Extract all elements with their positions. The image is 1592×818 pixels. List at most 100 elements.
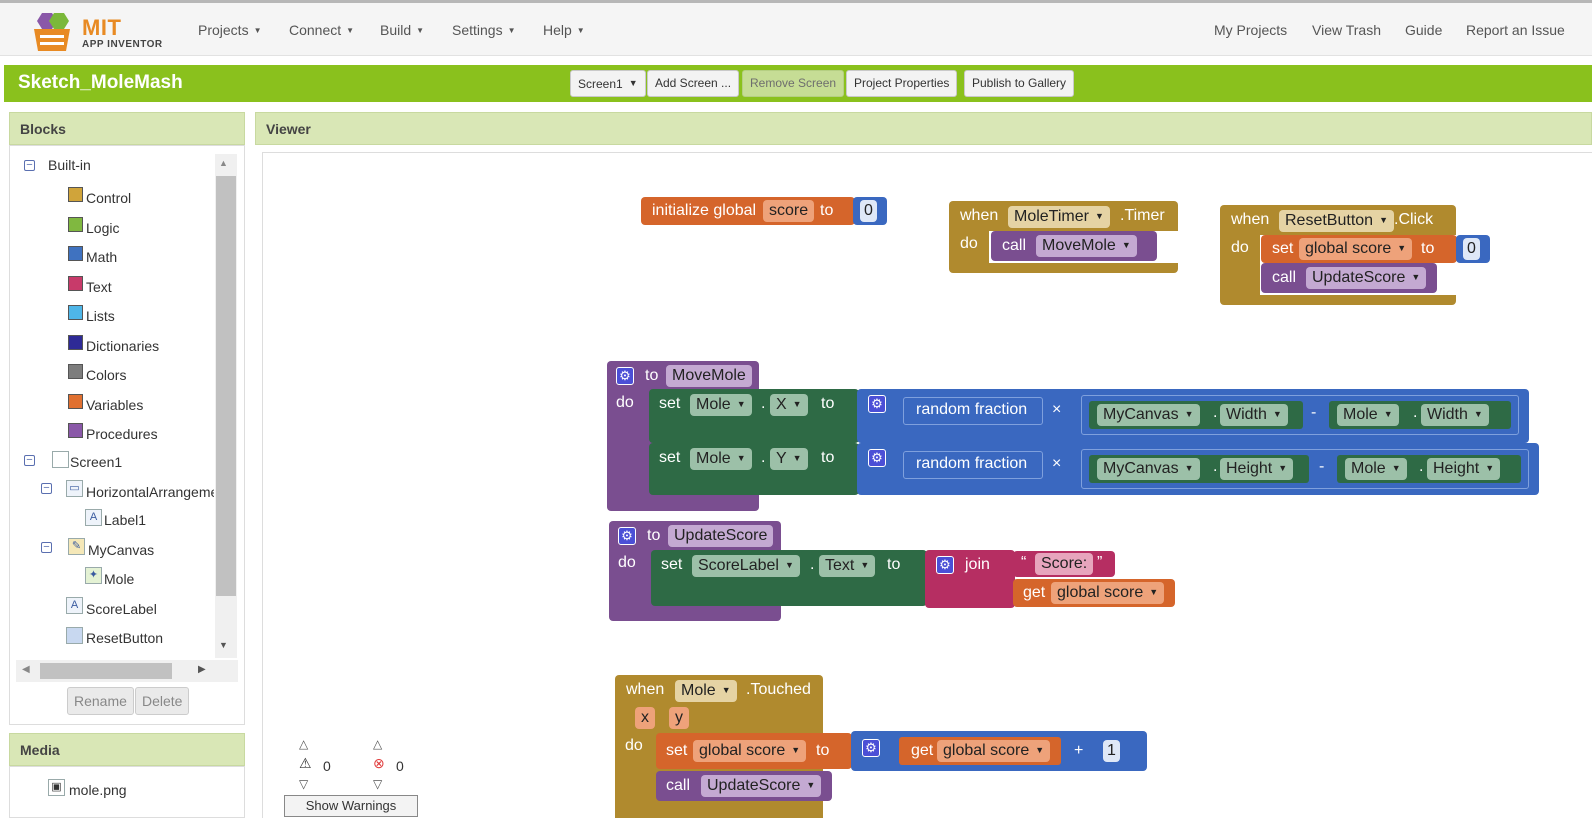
project-properties-button[interactable]: Project Properties (846, 70, 958, 97)
warning-prev-arrow[interactable]: △ (299, 737, 308, 751)
scrollbar-thumb[interactable] (216, 176, 236, 596)
property-dropdown[interactable]: Height ▼ (1427, 458, 1501, 480)
media-file-mole[interactable]: mole.png (69, 782, 127, 798)
menu-connect[interactable]: Connect ▼ (289, 22, 354, 38)
menu-settings[interactable]: Settings ▼ (452, 22, 516, 38)
show-warnings-button[interactable]: Show Warnings (284, 795, 418, 817)
menu-help[interactable]: Help ▼ (543, 22, 585, 38)
scroll-left-icon[interactable]: ◀ (22, 664, 30, 675)
property-dropdown[interactable]: Text ▼ (819, 555, 876, 577)
builtin-logic[interactable]: Logic (86, 220, 119, 236)
component-dropdown[interactable]: Mole ▼ (1345, 458, 1407, 480)
property-dropdown[interactable]: Width ▼ (1220, 404, 1288, 426)
builtin-text[interactable]: Text (86, 279, 112, 295)
warning-next-arrow[interactable]: ▽ (299, 777, 308, 791)
link-my-projects[interactable]: My Projects (1214, 22, 1287, 38)
set-mole-x-block[interactable]: set Mole ▼ . X ▼ to (649, 389, 859, 443)
builtin-variables[interactable]: Variables (86, 397, 143, 413)
component-dropdown[interactable]: Mole ▼ (675, 680, 737, 702)
mutator-gear-icon[interactable]: ⚙ (616, 367, 634, 385)
component-dropdown[interactable]: ScoreLabel ▼ (692, 555, 800, 577)
builtin-math[interactable]: Math (86, 249, 117, 265)
tree-mole[interactable]: Mole (104, 571, 134, 587)
scroll-up-icon[interactable]: ▲ (219, 158, 228, 168)
component-dropdown[interactable]: MyCanvas ▼ (1097, 458, 1200, 480)
property-dropdown[interactable]: Height ▼ (1220, 458, 1294, 480)
mutator-gear-icon[interactable]: ⚙ (868, 449, 886, 467)
link-view-trash[interactable]: View Trash (1312, 22, 1381, 38)
tree-resetbutton[interactable]: ResetButton (86, 630, 163, 646)
app-inventor-logo[interactable]: MIT APP INVENTOR (26, 9, 166, 53)
set-scorelabel-text-block[interactable]: set ScoreLabel ▼ . Text ▼ to (651, 550, 927, 606)
scroll-down-icon[interactable]: ▼ (219, 640, 228, 650)
link-report-issue[interactable]: Report an Issue (1466, 22, 1565, 38)
call-updatescore-block[interactable]: call UpdateScore ▼ (656, 771, 832, 801)
procedure-dropdown[interactable]: MoveMole ▼ (1036, 235, 1137, 257)
rename-button[interactable]: Rename (67, 687, 134, 715)
procedure-name-field[interactable]: MoveMole (666, 365, 752, 387)
component-dropdown[interactable]: Mole ▼ (690, 448, 752, 470)
add-block[interactable]: ⚙ get global score ▼ + 1 (851, 731, 1147, 771)
get-global-score-block[interactable]: get global score ▼ (1013, 579, 1175, 607)
property-dropdown[interactable]: Width ▼ (1421, 404, 1489, 426)
error-prev-arrow[interactable]: △ (373, 737, 382, 751)
tree-scorelabel[interactable]: ScoreLabel (86, 601, 157, 617)
multiply-block-y[interactable]: ⚙ random fraction × MyCanvas ▼ . Height ▼ … (857, 443, 1539, 495)
vertical-scrollbar[interactable]: ▲ ▼ (215, 154, 237, 658)
add-screen-button[interactable]: Add Screen ... (647, 70, 740, 97)
collapse-icon[interactable]: − (41, 542, 52, 553)
component-dropdown[interactable]: ResetButton ▼ (1279, 210, 1394, 232)
remove-screen-button[interactable]: Remove Screen (742, 70, 845, 97)
variable-dropdown[interactable]: global score ▼ (1299, 238, 1413, 260)
variable-dropdown[interactable]: global score ▼ (937, 740, 1051, 762)
number-field[interactable]: 1 (1103, 740, 1120, 762)
param-x[interactable]: x (635, 707, 655, 729)
component-dropdown[interactable]: MyCanvas ▼ (1097, 404, 1200, 426)
multiply-block-x[interactable]: ⚙ random fraction × MyCanvas ▼ . Width ▼ -… (857, 389, 1529, 443)
scroll-right-icon[interactable]: ▶ (198, 664, 206, 675)
set-global-score-block[interactable]: set global score ▼ to (1261, 235, 1457, 263)
component-dropdown[interactable]: MoleTimer ▼ (1008, 206, 1110, 228)
tree-horizontal-arrangement[interactable]: HorizontalArrangement1 (86, 484, 214, 500)
mutator-gear-icon[interactable]: ⚙ (618, 527, 636, 545)
tree-screen1[interactable]: Screen1 (70, 454, 122, 470)
text-field[interactable]: Score: (1035, 553, 1094, 575)
horizontal-scrollbar[interactable]: ◀ ▶ (16, 660, 238, 682)
builtin-procedures[interactable]: Procedures (86, 426, 158, 442)
procedure-dropdown[interactable]: UpdateScore ▼ (701, 775, 822, 797)
builtin-control[interactable]: Control (86, 190, 131, 206)
tree-mycanvas[interactable]: MyCanvas (88, 542, 154, 558)
screen-select[interactable]: Screen1 ▼ (570, 70, 646, 97)
tree-builtin[interactable]: Built-in (48, 157, 91, 173)
link-guide[interactable]: Guide (1405, 22, 1442, 38)
procedure-dropdown[interactable]: UpdateScore ▼ (1306, 267, 1427, 289)
mutator-gear-icon[interactable]: ⚙ (862, 739, 880, 757)
call-movemole-block[interactable]: call MoveMole ▼ (991, 231, 1157, 261)
variable-dropdown[interactable]: global score ▼ (1051, 582, 1165, 604)
mutator-gear-icon[interactable]: ⚙ (936, 556, 954, 574)
param-y[interactable]: y (669, 707, 689, 729)
scrollbar-thumb[interactable] (40, 663, 172, 679)
set-mole-y-block[interactable]: set Mole ▼ . Y ▼ to (649, 443, 859, 495)
property-dropdown[interactable]: Y ▼ (770, 448, 808, 470)
builtin-dictionaries[interactable]: Dictionaries (86, 338, 159, 354)
builtin-lists[interactable]: Lists (86, 308, 115, 324)
call-updatescore-block[interactable]: call UpdateScore ▼ (1261, 263, 1437, 293)
tree-label1[interactable]: Label1 (104, 512, 146, 528)
var-name-field[interactable]: score (763, 200, 815, 222)
publish-gallery-button[interactable]: Publish to Gallery (964, 70, 1075, 97)
menu-projects[interactable]: Projects ▼ (198, 22, 262, 38)
number-block[interactable]: 0 (1456, 235, 1490, 263)
menu-build[interactable]: Build ▼ (380, 22, 424, 38)
builtin-colors[interactable]: Colors (86, 367, 126, 383)
collapse-icon[interactable]: − (24, 160, 35, 171)
init-global-block[interactable]: initialize global score to (641, 197, 855, 225)
join-block[interactable]: ⚙ join (925, 550, 1015, 608)
number-block[interactable]: 0 (853, 197, 887, 225)
set-global-score-block[interactable]: set global score ▼ to (656, 733, 852, 769)
collapse-icon[interactable]: − (41, 483, 52, 494)
procedure-name-field[interactable]: UpdateScore (668, 525, 774, 547)
component-dropdown[interactable]: Mole ▼ (1337, 404, 1399, 426)
delete-button[interactable]: Delete (135, 687, 190, 715)
error-next-arrow[interactable]: ▽ (373, 777, 382, 791)
